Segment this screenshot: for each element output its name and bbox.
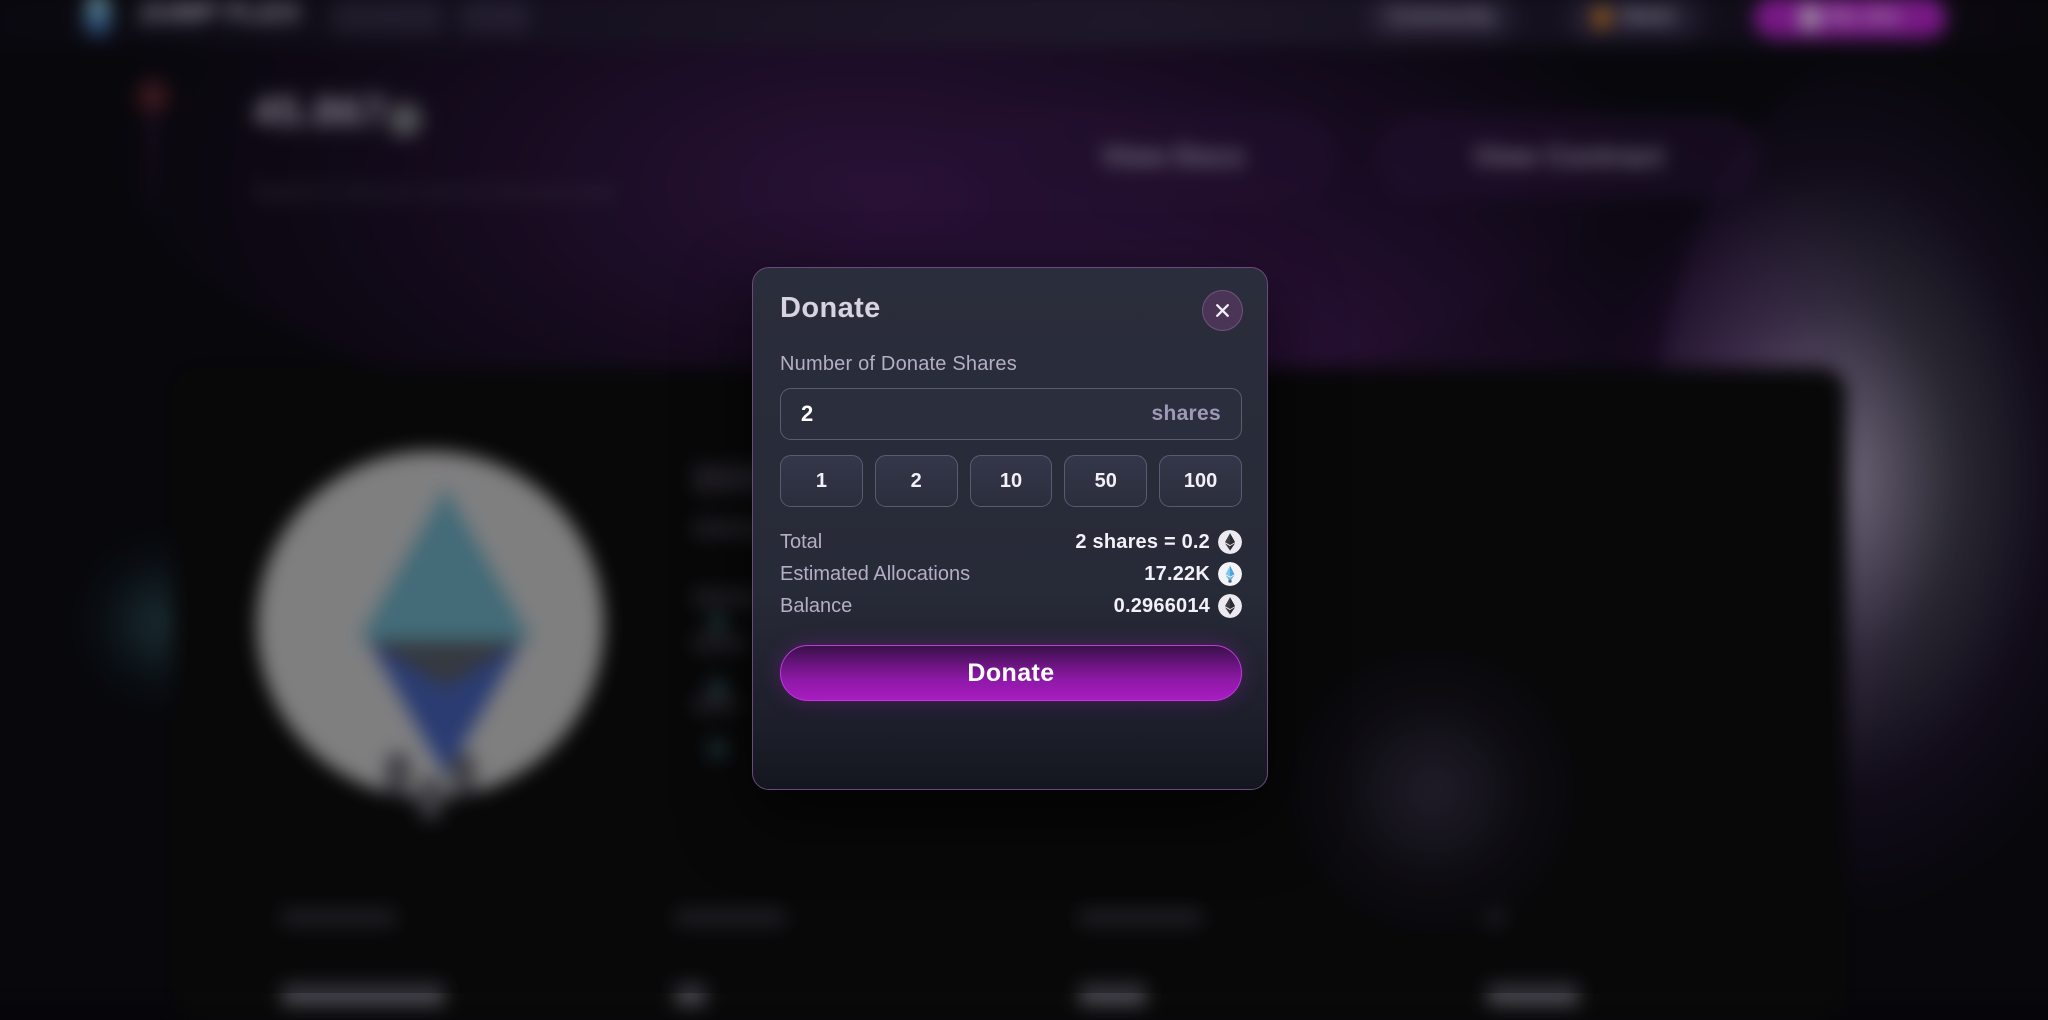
- summary-label-total: Total: [780, 531, 822, 554]
- summary-row-balance: Balance 0.2966014: [780, 590, 1242, 622]
- preset-button-1[interactable]: 1: [780, 455, 863, 507]
- summary-value-allocations: 17.22K: [1144, 563, 1210, 586]
- summary-value-group-total: 2 shares = 0.2: [1075, 530, 1242, 554]
- summary-section: Total 2 shares = 0.2 Estimated Allocatio…: [780, 526, 1242, 622]
- ethereum-icon: [1218, 530, 1242, 554]
- modal-header: Donate: [780, 292, 1243, 336]
- preset-button-2[interactable]: 2: [875, 455, 958, 507]
- summary-row-allocations: Estimated Allocations 17.22K: [780, 558, 1242, 590]
- summary-value-group-balance: 0.2966014: [1114, 594, 1242, 618]
- ethereum-icon: [1218, 594, 1242, 618]
- summary-value-group-allocations: 17.22K: [1144, 562, 1242, 586]
- summary-value-total: 2 shares = 0.2: [1075, 531, 1210, 554]
- preset-button-50[interactable]: 50: [1064, 455, 1147, 507]
- summary-value-balance: 0.2966014: [1114, 595, 1210, 618]
- close-button[interactable]: [1202, 290, 1243, 331]
- preset-button-10[interactable]: 10: [970, 455, 1053, 507]
- close-icon: [1214, 302, 1231, 319]
- summary-label-balance: Balance: [780, 595, 852, 618]
- donate-submit-label: Donate: [967, 659, 1054, 688]
- donate-modal: Donate Number of Donate Shares shares 1 …: [752, 267, 1268, 790]
- shares-unit-label: shares: [1151, 402, 1221, 426]
- shares-input[interactable]: [801, 401, 1131, 427]
- shares-field-label: Number of Donate Shares: [780, 353, 1017, 376]
- shares-input-container[interactable]: shares: [780, 388, 1242, 440]
- preset-button-100[interactable]: 100: [1159, 455, 1242, 507]
- summary-label-allocations: Estimated Allocations: [780, 563, 970, 586]
- gem-icon: [1218, 562, 1242, 586]
- summary-row-total: Total 2 shares = 0.2: [780, 526, 1242, 558]
- modal-title: Donate: [780, 292, 1243, 325]
- preset-amount-row: 1 2 10 50 100: [780, 455, 1242, 507]
- donate-submit-button[interactable]: Donate: [780, 645, 1242, 701]
